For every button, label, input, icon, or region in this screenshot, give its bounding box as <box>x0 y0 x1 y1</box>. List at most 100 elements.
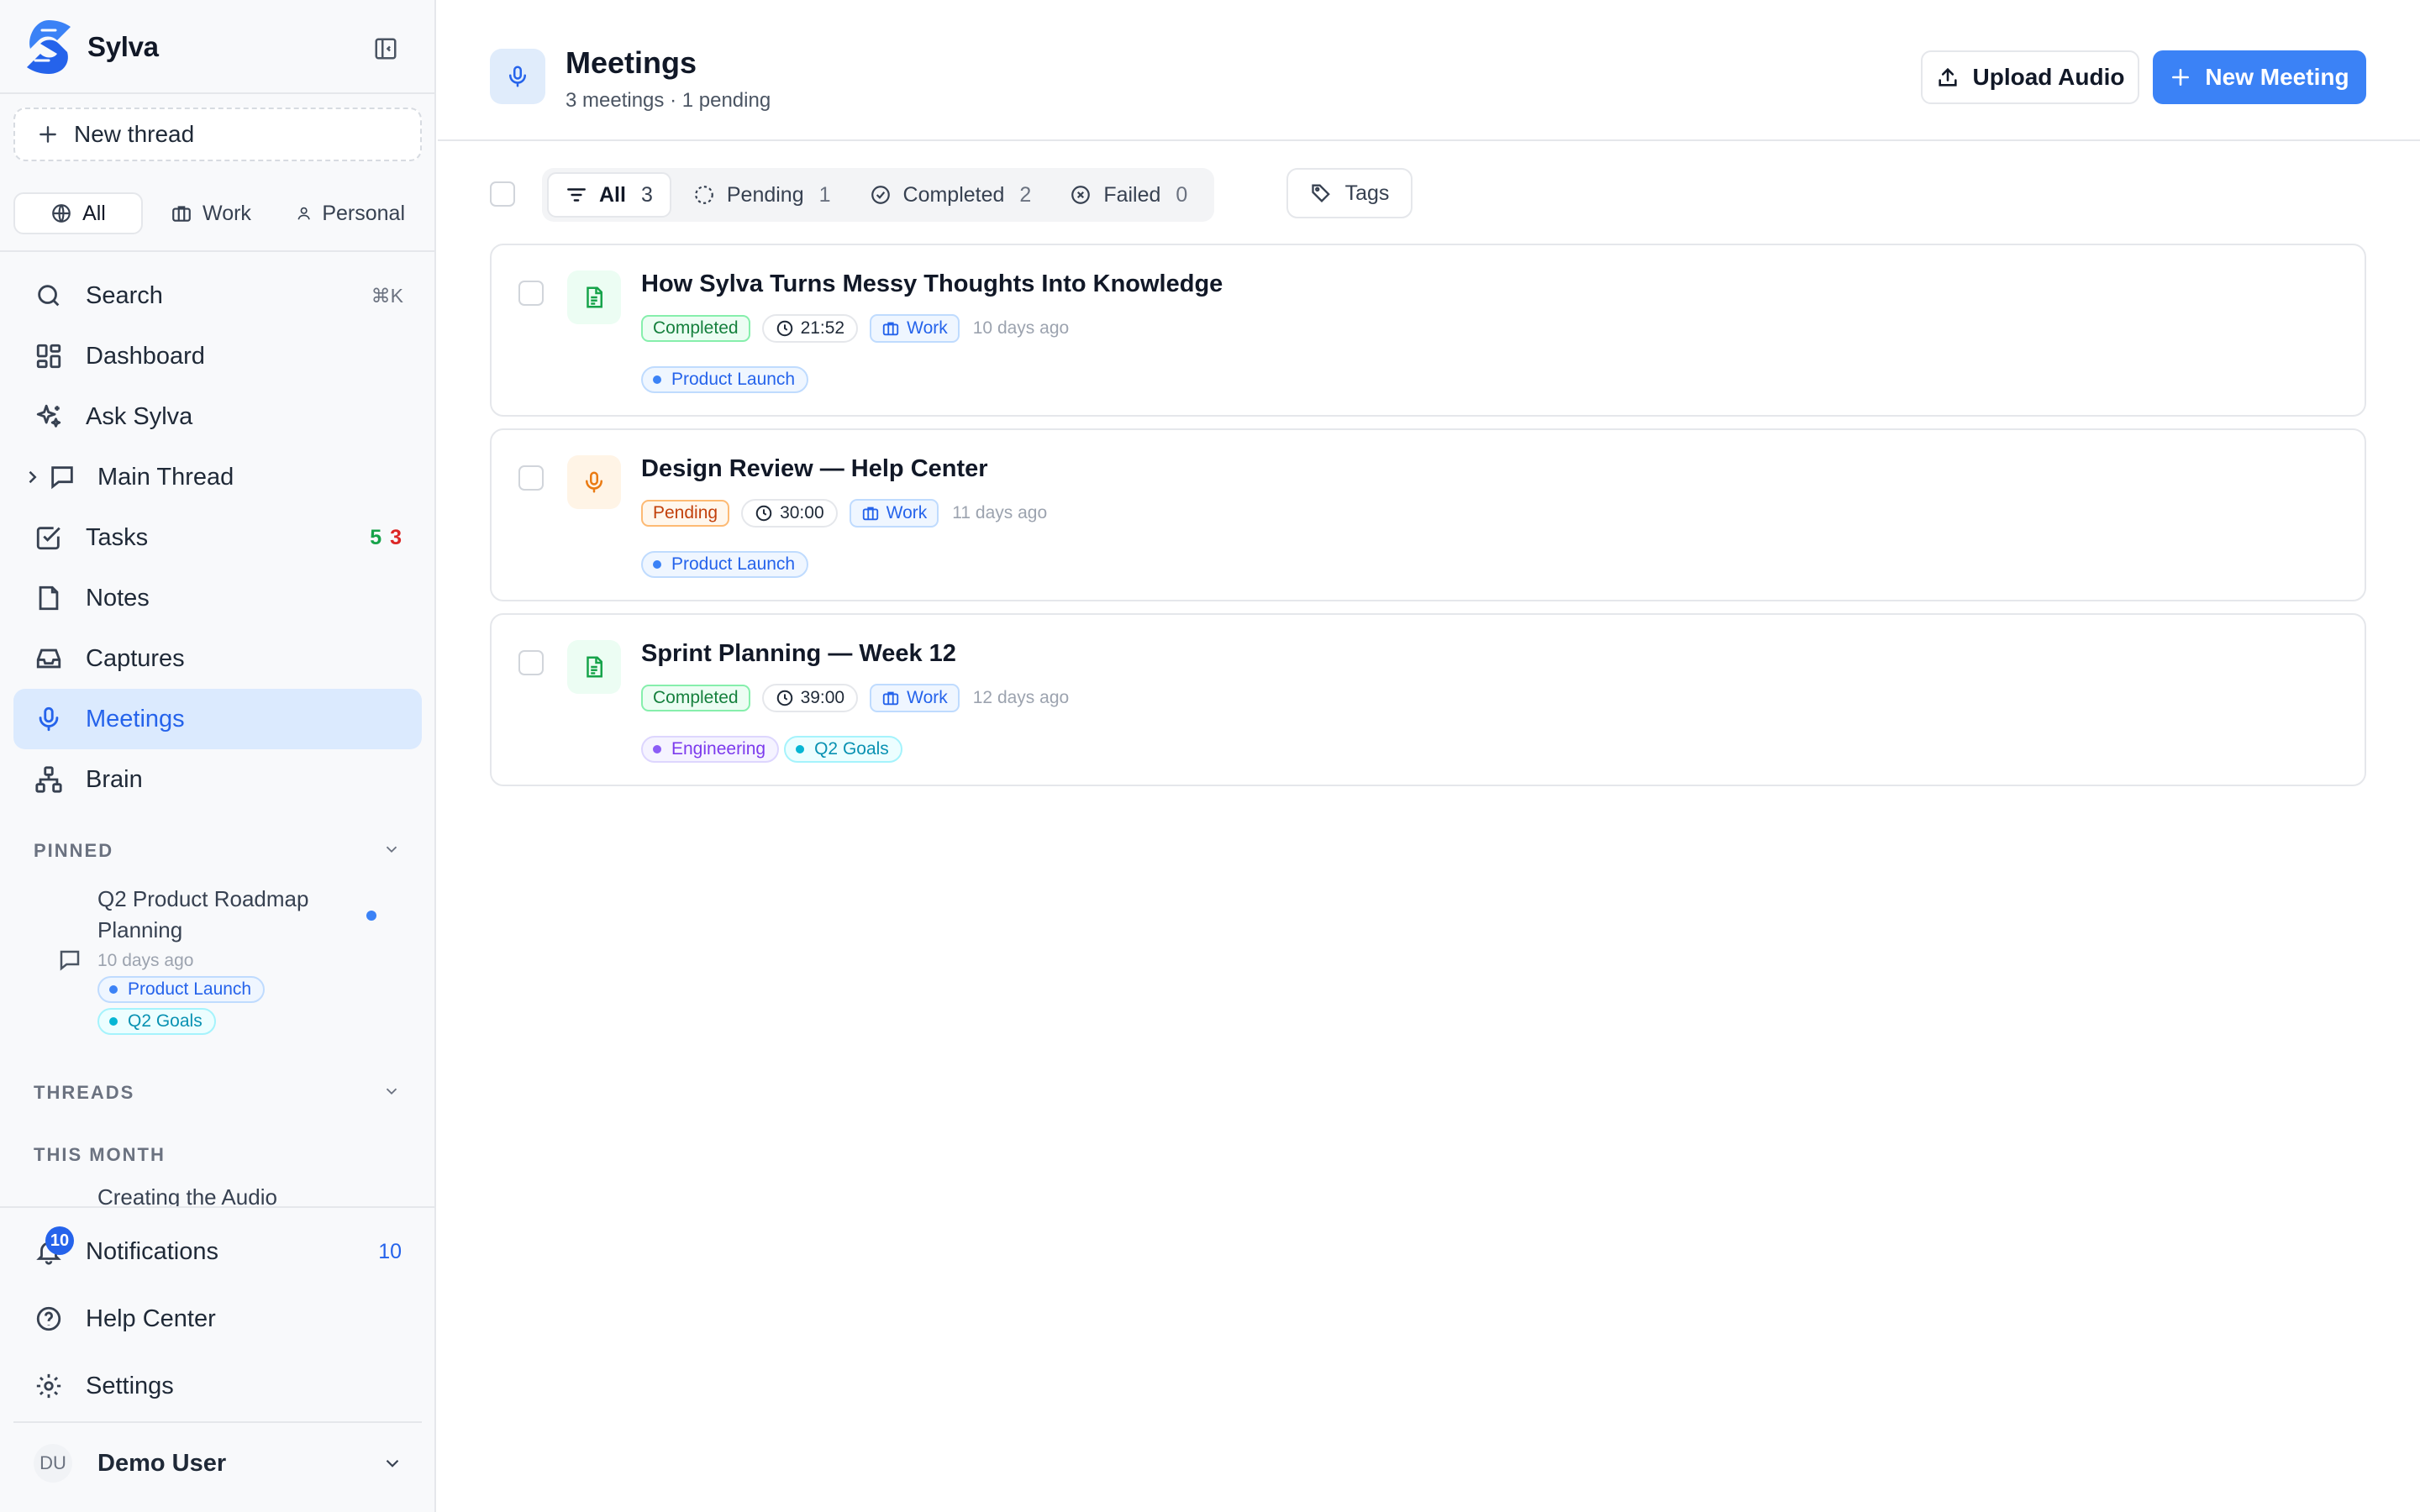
microphone-icon <box>39 706 59 732</box>
thread-item[interactable]: Creating the Audio <box>97 1184 350 1208</box>
nav-search[interactable]: Search ⌘K <box>13 265 422 326</box>
nav-settings[interactable]: Settings <box>13 1356 422 1416</box>
nav-main-thread[interactable]: Main Thread <box>13 447 422 507</box>
briefcase-icon <box>882 322 899 336</box>
chevron-down-icon[interactable] <box>382 840 401 858</box>
task-count-open: 5 <box>370 525 382 549</box>
scope-tab-all[interactable]: All <box>13 192 143 234</box>
user-name: Demo User <box>97 1449 227 1477</box>
nav-captures[interactable]: Captures <box>13 628 422 689</box>
collapse-sidebar-button[interactable] <box>369 32 402 66</box>
upload-audio-label: Upload Audio <box>1972 64 2125 90</box>
tag-label: Q2 Goals <box>814 739 889 759</box>
nav-tasks[interactable]: Tasks 53 <box>13 507 422 568</box>
user-menu[interactable]: DU Demo User <box>13 1436 422 1490</box>
tags-filter-button[interactable]: Tags <box>1286 168 1413 218</box>
meeting-card[interactable]: How Sylva Turns Messy Thoughts Into Know… <box>490 244 2366 417</box>
new-thread-button[interactable]: New thread <box>13 108 422 161</box>
chevron-down-icon[interactable] <box>382 1082 401 1100</box>
meeting-title[interactable]: How Sylva Turns Messy Thoughts Into Know… <box>641 270 1223 298</box>
nav-meetings[interactable]: Meetings <box>13 689 422 749</box>
meeting-tags: Product Launch <box>641 366 809 393</box>
tags-icon <box>1311 184 1330 202</box>
help-circle-icon <box>36 1306 61 1331</box>
meeting-tags: Engineering Q2 Goals <box>641 736 902 763</box>
status-badge: Completed <box>641 685 750 711</box>
tag-product-launch[interactable]: Product Launch <box>641 366 809 393</box>
nav-label: Notifications <box>86 1237 218 1265</box>
sidebar-collapse-icon <box>375 38 397 60</box>
divider <box>13 1421 422 1423</box>
divider <box>0 250 436 252</box>
briefcase-icon <box>882 691 899 706</box>
pinned-thread-item[interactable]: Q2 Product Roadmap Planning 10 days ago … <box>57 884 410 1035</box>
footer-nav: 10 Notifications 10 Help Center Settings <box>13 1221 422 1416</box>
document-icon <box>587 286 602 308</box>
scope-label: Personal <box>322 201 405 225</box>
filter-completed[interactable]: Completed 2 <box>853 172 1049 218</box>
scope-tab-personal[interactable]: Personal <box>279 192 422 234</box>
meeting-checkbox[interactable] <box>518 465 544 491</box>
nav-label: Main Thread <box>97 463 234 491</box>
nav-label: Help Center <box>86 1305 216 1332</box>
chevron-right-icon[interactable] <box>25 469 39 486</box>
tag-product-launch[interactable]: Product Launch <box>641 551 809 578</box>
new-meeting-button[interactable]: New Meeting <box>2153 50 2366 104</box>
nav-label: Tasks <box>86 523 149 551</box>
meeting-checkbox[interactable] <box>518 281 544 306</box>
task-count-overdue: 3 <box>390 525 402 549</box>
scope-value: Work <box>907 688 948 707</box>
brand[interactable]: Sylva <box>24 15 418 79</box>
nav-dashboard[interactable]: Dashboard <box>13 326 422 386</box>
status-badge: Completed <box>641 315 750 342</box>
nav-label: Captures <box>86 644 185 672</box>
scope-tab-work[interactable]: Work <box>150 192 272 234</box>
threads-section-label: THREADS <box>34 1082 135 1103</box>
message-square-icon <box>60 950 80 971</box>
meeting-card[interactable]: Sprint Planning — Week 12 Completed 39:0… <box>490 613 2366 786</box>
notification-count: 10 <box>378 1239 402 1263</box>
main-nav: Search ⌘K Dashboard Ask Sylva Main Threa… <box>13 265 422 810</box>
microphone-icon <box>509 66 526 87</box>
pinned-thread-time: 10 days ago <box>97 951 194 970</box>
tag-q2-goals[interactable]: Q2 Goals <box>784 736 902 763</box>
meeting-checkbox[interactable] <box>518 650 544 675</box>
filter-all[interactable]: All 3 <box>547 172 671 218</box>
filter-pending[interactable]: Pending 1 <box>676 172 848 218</box>
nav-ask-sylva[interactable]: Ask Sylva <box>13 386 422 447</box>
filter-count: 3 <box>640 182 653 207</box>
network-icon <box>35 766 62 793</box>
upload-audio-button[interactable]: Upload Audio <box>1921 50 2139 104</box>
nav-brain[interactable]: Brain <box>13 749 422 810</box>
meeting-card[interactable]: Design Review — Help Center Pending 30:0… <box>490 428 2366 601</box>
nav-help-center[interactable]: Help Center <box>13 1289 422 1349</box>
nav-label: Ask Sylva <box>86 402 193 430</box>
filter-count: 0 <box>1176 182 1188 207</box>
tag-product-launch[interactable]: Product Launch <box>97 976 266 1003</box>
globe-icon <box>52 204 71 223</box>
tag-q2-goals[interactable]: Q2 Goals <box>97 1008 216 1035</box>
meeting-title[interactable]: Sprint Planning — Week 12 <box>641 640 956 668</box>
new-thread-label: New thread <box>74 121 195 147</box>
tag-engineering[interactable]: Engineering <box>641 736 780 763</box>
nav-notifications[interactable]: 10 Notifications 10 <box>13 1221 422 1282</box>
plus-icon <box>39 126 56 143</box>
meeting-title[interactable]: Design Review — Help Center <box>641 455 988 483</box>
nav-notes[interactable]: Notes <box>13 568 422 628</box>
main-content: Meetings 3 meetings · 1 pending Upload A… <box>438 0 2420 1512</box>
chevron-down-icon <box>386 1459 399 1467</box>
nav-label: Brain <box>86 765 143 793</box>
scope-badge: Work <box>870 314 960 343</box>
filter-failed[interactable]: Failed 0 <box>1053 172 1204 218</box>
x-circle-icon <box>1071 186 1091 204</box>
tag-label: Product Launch <box>671 554 796 574</box>
notification-badge: 10 <box>45 1226 74 1255</box>
new-meeting-label: New Meeting <box>2205 64 2349 90</box>
page-subtitle: 3 meetings · 1 pending <box>566 89 771 112</box>
filter-count: 1 <box>818 182 831 207</box>
duration-value: 30:00 <box>780 503 824 522</box>
briefcase-icon <box>172 206 191 222</box>
select-all-checkbox[interactable] <box>490 181 515 207</box>
loader-icon <box>695 186 713 204</box>
nav-label: Settings <box>86 1372 174 1399</box>
